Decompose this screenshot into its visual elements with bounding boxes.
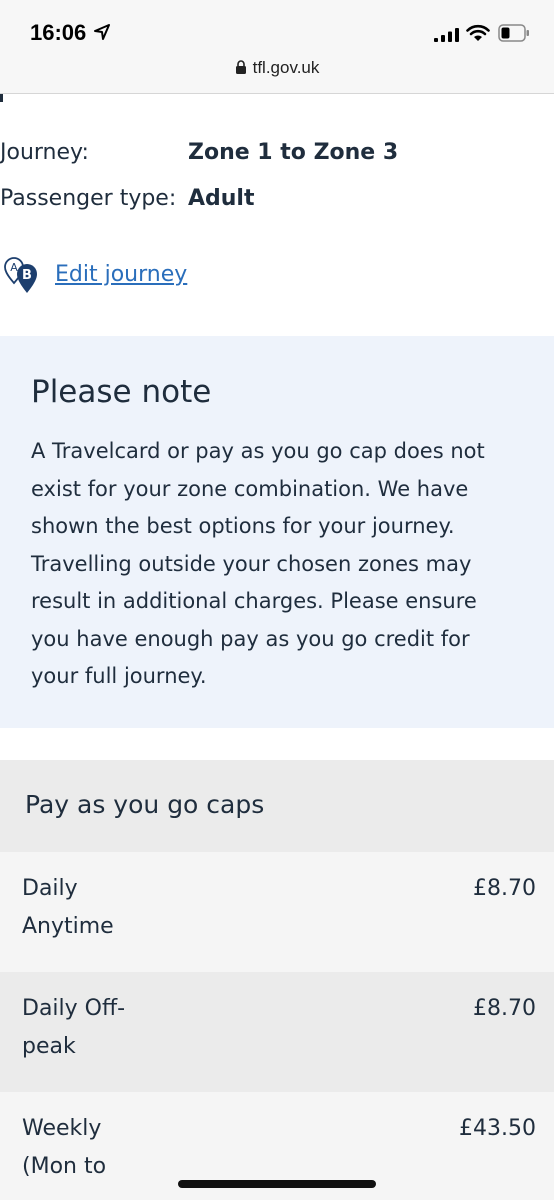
edit-journey-link[interactable]: Edit journey bbox=[55, 262, 187, 287]
cropped-heading-fragment bbox=[0, 94, 3, 102]
cap-price: £8.70 bbox=[473, 876, 536, 901]
home-indicator[interactable] bbox=[178, 1180, 376, 1188]
note-line: result in additional charges. Please ens… bbox=[31, 589, 477, 613]
lock-icon bbox=[235, 60, 246, 74]
note-line: you have enough pay as you go credit for bbox=[31, 626, 470, 651]
cellular-signal-icon bbox=[434, 28, 459, 42]
passenger-type-value: Adult bbox=[188, 186, 255, 211]
cap-price: £8.70 bbox=[473, 996, 536, 1021]
caps-title: Pay as you go caps bbox=[25, 790, 265, 819]
location-arrow-icon bbox=[94, 24, 110, 40]
cap-type-line: Daily Off- bbox=[22, 996, 126, 1021]
note-line: shown the best options for your journey. bbox=[31, 514, 455, 538]
ab-icon-letter-b: B bbox=[22, 268, 32, 283]
passenger-type-label: Passenger type: bbox=[0, 186, 177, 211]
cap-type-line: Anytime bbox=[22, 914, 114, 939]
please-note-box: Please note A Travelcard or pay as you g… bbox=[0, 336, 554, 728]
note-title: Please note bbox=[31, 374, 212, 410]
status-time: 16:06 bbox=[30, 20, 87, 45]
edit-journey-control[interactable]: A B Edit journey bbox=[3, 256, 203, 296]
note-line: A Travelcard or pay as you go cap does n… bbox=[31, 439, 485, 463]
cap-type-line: Daily bbox=[22, 876, 78, 901]
note-body: A Travelcard or pay as you go cap does n… bbox=[31, 433, 531, 696]
journey-label: Journey: bbox=[0, 140, 89, 165]
cap-type-line: Weekly bbox=[22, 1116, 102, 1141]
note-line: exist for your zone combination. We have bbox=[31, 476, 469, 501]
cap-type: Daily Anytime bbox=[22, 870, 152, 946]
note-line: Travelling outside your chosen zones may bbox=[31, 551, 472, 576]
table-row: Daily Anytime £8.70 bbox=[0, 852, 554, 972]
cap-price: £43.50 bbox=[459, 1116, 536, 1141]
address-bar[interactable]: tfl.gov.uk bbox=[0, 58, 554, 78]
status-bar: 16:06 tfl.gov.uk bbox=[0, 0, 554, 94]
cap-type: Daily Off- peak bbox=[22, 990, 152, 1066]
caps-header: Pay as you go caps bbox=[0, 760, 554, 852]
journey-value: Zone 1 to Zone 3 bbox=[188, 140, 399, 165]
cap-type-line: peak bbox=[22, 1034, 76, 1059]
cap-type: Weekly (Mon to bbox=[22, 1110, 152, 1186]
note-line: your full journey. bbox=[31, 664, 207, 688]
table-row: Daily Off- peak £8.70 bbox=[0, 972, 554, 1092]
url-text: tfl.gov.uk bbox=[252, 58, 320, 77]
battery-icon bbox=[498, 24, 529, 42]
cap-type-line: (Mon to bbox=[22, 1154, 107, 1179]
wifi-icon bbox=[466, 24, 490, 41]
ab-icon-letter-a: A bbox=[10, 261, 18, 274]
ab-route-icon: A B bbox=[4, 257, 37, 293]
